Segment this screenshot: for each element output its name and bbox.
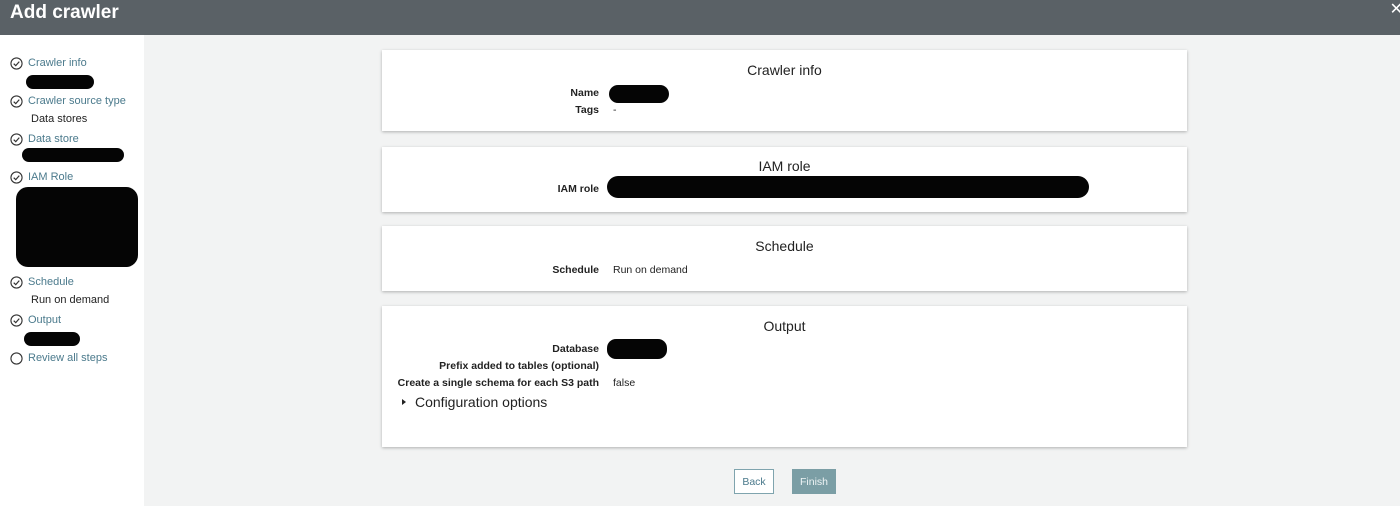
step-output[interactable]: Output [10,312,61,328]
step-label: IAM Role [28,170,74,183]
step-label: Data store [28,132,79,145]
step-crawler-source-type[interactable]: Crawler source type [10,93,126,109]
step-iam-role[interactable]: IAM Role [10,169,73,185]
caret-right-icon [402,399,406,405]
redaction-mark [609,85,669,103]
wizard-sidebar: Crawler info Crawler source type Data st… [0,35,144,506]
check-circle-icon [10,275,23,289]
page-title: Add crawler [10,2,119,23]
step-label: Crawler info [28,56,87,69]
step-label: Schedule [28,275,74,288]
back-button[interactable]: Back [734,469,774,494]
check-circle-icon [10,170,23,184]
field-value: - [613,104,617,116]
finish-button[interactable]: Finish [792,469,836,494]
field-label: Name [570,87,599,99]
step-review-all-steps[interactable]: Review all steps [10,350,107,366]
close-icon[interactable]: ✕ [1390,2,1400,18]
field-label: Schedule [552,264,599,276]
field-label: Database [552,343,599,355]
redaction-mark [16,187,138,267]
field-value: false [613,377,636,389]
check-circle-icon [10,132,23,146]
field-label: IAM role [557,183,599,195]
redaction-mark [26,75,94,89]
schedule-card: Schedule Schedule Run on demand [382,226,1187,291]
step-crawler-info[interactable]: Crawler info [10,55,87,71]
step-schedule[interactable]: Schedule [10,274,74,290]
redaction-mark [24,332,80,346]
check-circle-icon [10,56,23,70]
review-main: Crawler info Name Tags - IAM role IAM ro… [144,35,1400,506]
check-circle-icon [10,313,23,327]
crawler-info-card: Crawler info Name Tags - [382,50,1187,131]
step-label: Crawler source type [28,94,126,107]
step-label: Review all steps [28,351,108,364]
card-title: Schedule [755,238,814,254]
field-label: Prefix added to tables (optional) [439,360,599,372]
iam-role-card: IAM role IAM role [382,147,1187,212]
redaction-mark [607,339,667,359]
step-label: Output [28,313,62,326]
redaction-mark [22,148,124,162]
step-value: Run on demand [31,294,110,306]
output-card: Output Database Prefix added to tables (… [382,306,1187,447]
page-header: Add crawler ✕ [0,0,1400,35]
step-value: Data stores [31,113,88,125]
redaction-mark [607,176,1089,198]
field-label: Tags [575,104,599,116]
configuration-options-toggle[interactable]: Configuration options [402,394,547,410]
card-title: Crawler info [747,62,822,78]
expander-label: Configuration options [415,394,548,410]
field-value: Run on demand [613,264,688,276]
card-title: Output [763,318,806,334]
check-circle-icon [10,94,23,108]
step-data-store[interactable]: Data store [10,131,79,147]
empty-circle-icon [10,351,23,365]
field-label: Create a single schema for each S3 path [397,377,599,389]
card-title: IAM role [758,158,811,174]
